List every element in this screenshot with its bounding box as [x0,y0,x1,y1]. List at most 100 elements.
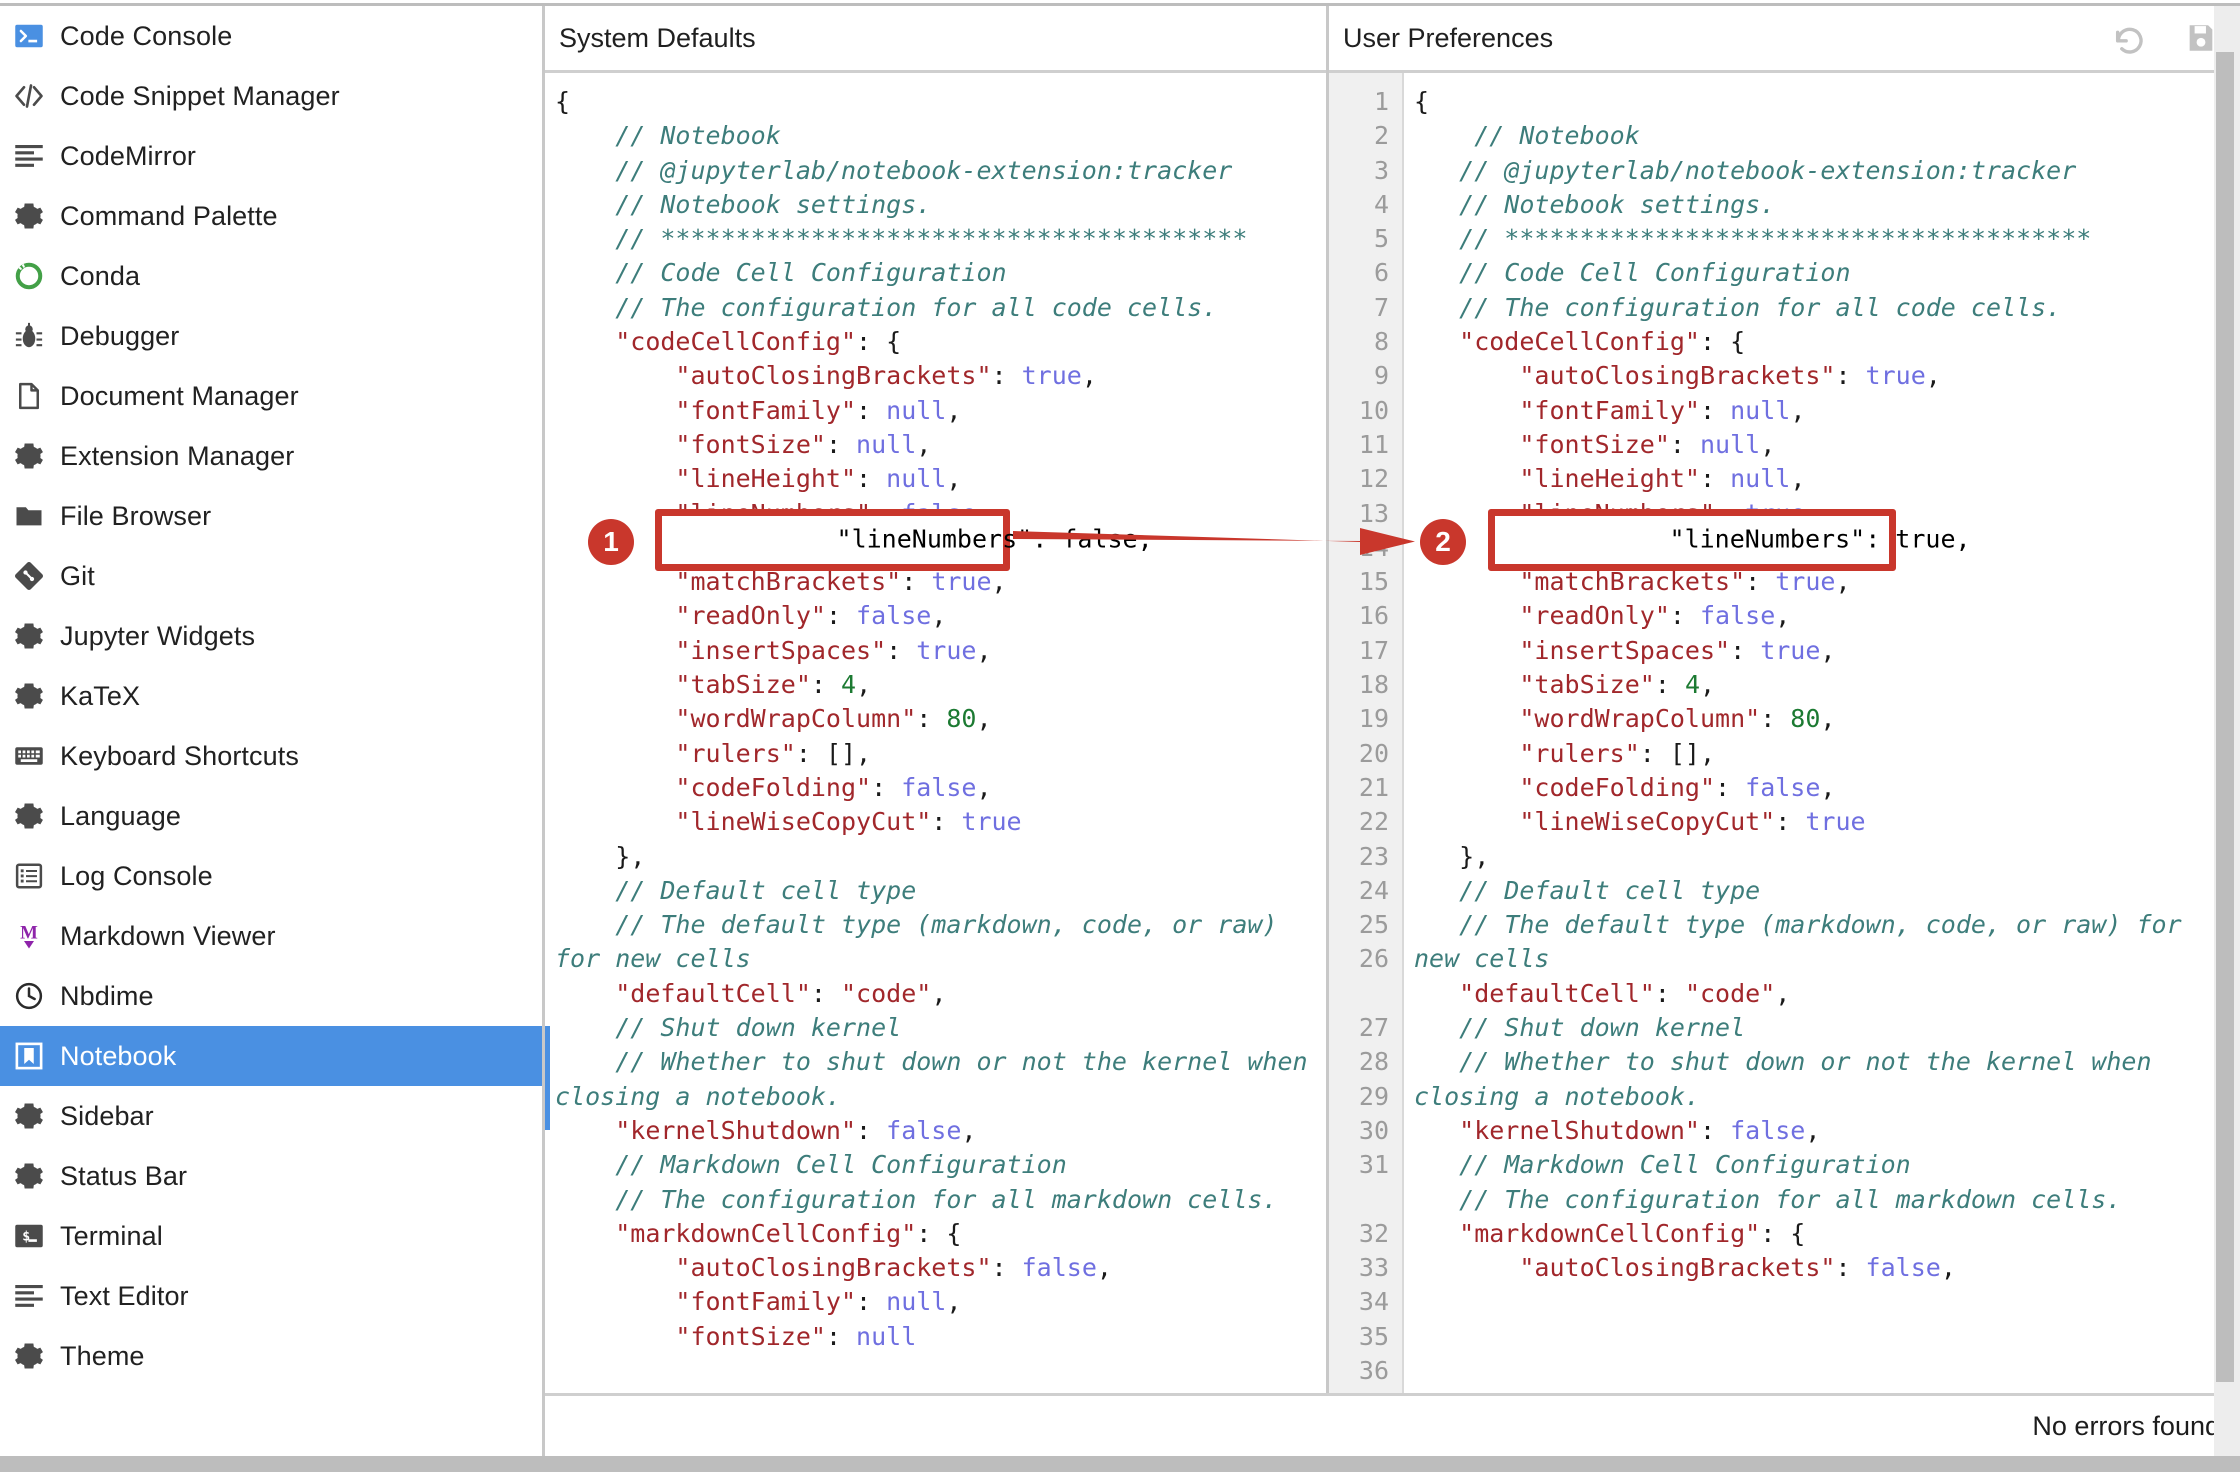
sidebar-item-command-palette[interactable]: Command Palette [0,186,542,246]
code-line: // Markdown Cell Configuration [555,1150,1067,1180]
code-line: "matchBrackets": true, [1414,567,1851,597]
sidebar-item-codemirror[interactable]: CodeMirror [0,126,542,186]
keyboard-icon [14,741,44,771]
code-line: "insertSpaces": true, [555,635,992,665]
save-icon[interactable] [2184,21,2218,55]
code-line: "rulers": [], [1414,738,1716,768]
user-preferences-code[interactable]: { // Notebook // @jupyterlab/notebook-ex… [1404,73,2240,1393]
sidebar-item-jupyter-widgets[interactable]: Jupyter Widgets [0,606,542,666]
code-line: "rulers": [], [555,738,872,768]
code-line: "lineWrap": "off", [1414,532,1791,562]
gear-icon [14,801,44,831]
code-line: // Markdown Cell Configuration [1414,1150,1911,1180]
sidebar-item-log-console[interactable]: Log Console [0,846,542,906]
code-line: "wordWrapColumn": 80, [1414,704,1836,734]
sidebar-item-notebook[interactable]: Notebook [0,1026,542,1086]
text-caret [545,1026,550,1130]
code-line: "readOnly": false, [1414,601,1791,631]
sidebar-item-code-snippet-manager[interactable]: Code Snippet Manager [0,66,542,126]
code-line: "codeFolding": false, [555,772,992,802]
sidebar-item-conda[interactable]: Conda [0,246,542,306]
log-list-icon [14,861,44,891]
sidebar-item-sidebar[interactable]: Sidebar [0,1086,542,1146]
window-bottom-divider [0,1456,2240,1472]
sidebar-item-markdown-viewer[interactable]: M Markdown Viewer [0,906,542,966]
line-number: 17 [1358,635,1389,665]
system-defaults-body[interactable]: { // Notebook // @jupyterlab/notebook-ex… [545,73,1326,1393]
sidebar-item-extension-manager[interactable]: Extension Manager [0,426,542,486]
line-number: 36 [1358,1355,1389,1385]
line-number: 11 [1358,429,1389,459]
sidebar-item-document-manager[interactable]: Document Manager [0,366,542,426]
line-number: 19 [1358,704,1389,734]
vertical-scrollbar[interactable] [2214,6,2240,1456]
line-number: 20 [1358,738,1389,768]
code-line: "lineNumbers": true, [1414,498,1821,528]
code-line: "fontFamily": null, [1414,395,1806,425]
sidebar-item-text-editor[interactable]: Text Editor [0,1266,542,1326]
line-number: 3 [1373,155,1389,185]
git-icon [14,561,44,591]
gear-icon [14,1341,44,1371]
sidebar-item-language[interactable]: Language [0,786,542,846]
editor-panels: System Defaults { // Notebook // @jupyte… [545,6,2240,1456]
code-line: { [555,87,571,116]
line-number: 29 [1358,1081,1389,1111]
markdown-m-icon: M [14,921,44,951]
sidebar-item-git[interactable]: Git [0,546,542,606]
sidebar-item-label: Status Bar [60,1160,188,1191]
code-line: "fontFamily": null, [555,395,962,425]
line-number: 15 [1358,567,1389,597]
sidebar-item-label: Git [60,560,95,591]
code-line: "tabSize": 4, [1414,670,1716,700]
undo-icon[interactable] [2112,21,2146,55]
line-number: 1 [1373,87,1389,116]
sidebar-item-label: Notebook [60,1040,177,1071]
line-number [1329,1183,1389,1217]
code-line: "matchBrackets": true, [555,567,1007,597]
code-line: // The configuration for all markdown ce… [1414,1184,2122,1214]
code-line: // Code Cell Configuration [555,258,1007,288]
sidebar-item-nbdime[interactable]: Nbdime [0,966,542,1026]
console-icon [14,21,44,51]
code-line: "readOnly": false, [555,601,947,631]
line-number: 35 [1358,1321,1389,1351]
code-line: // Whether to shut down or not the kerne… [555,1047,1323,1111]
sidebar-item-label: Log Console [60,860,213,891]
sidebar-item-code-console[interactable]: Code Console [0,6,542,66]
sidebar-item-terminal[interactable]: $ Terminal [0,1206,542,1266]
code-line: // @jupyterlab/notebook-extension:tracke… [1414,155,2077,185]
svg-text:$: $ [22,1229,30,1244]
user-preferences-body[interactable]: 1 2 3 4 5 6 7 8 9 10 11 12 13 14 15 16 17 18 19 20 21 22 23 24 2… [1329,73,2240,1393]
line-number: 12 [1358,464,1389,494]
sidebar-item-theme[interactable]: Theme [0,1326,542,1386]
sidebar-item-file-browser[interactable]: File Browser [0,486,542,546]
code-line: // The configuration for all code cells. [1414,292,2062,322]
system-defaults-code[interactable]: { // Notebook // @jupyterlab/notebook-ex… [545,73,1326,1393]
code-line: "fontSize": null [555,1321,917,1351]
code-line: "fontFamily": null, [555,1287,962,1317]
code-line: { [1414,87,1430,116]
gear-icon [14,1161,44,1191]
line-number: 22 [1358,807,1389,837]
sidebar-item-keyboard-shortcuts[interactable]: Keyboard Shortcuts [0,726,542,786]
code-line: // Default cell type [555,875,917,905]
code-line: "autoClosingBrackets": false, [1414,1253,1956,1283]
notebook-icon [14,1041,44,1071]
sidebar-item-katex[interactable]: KaTeX [0,666,542,726]
sidebar-item-status-bar[interactable]: Status Bar [0,1146,542,1206]
sidebar-item-label: Debugger [60,320,180,351]
code-line: "wordWrapColumn": 80, [555,704,992,734]
user-preferences-panel: User Preferences 1 2 3 4 5 6 7 8 9 10 11… [1329,6,2240,1393]
settings-plugin-sidebar[interactable]: Code Console Code Snippet Manager CodeMirr… [0,6,545,1456]
sidebar-item-label: Theme [60,1340,145,1371]
scrollbar-thumb[interactable] [2216,52,2234,1382]
sidebar-item-label: Terminal [60,1220,163,1251]
sidebar-item-debugger[interactable]: Debugger [0,306,542,366]
sidebar-item-label: Code Console [60,20,233,51]
line-number-gutter: 1 2 3 4 5 6 7 8 9 10 11 12 13 14 15 16 17 18 19 20 21 22 23 24 2… [1329,73,1404,1393]
code-line: "codeCellConfig": { [1414,327,1746,357]
sidebar-item-label: Language [60,800,181,831]
user-preferences-header: User Preferences [1329,6,2240,73]
terminal-icon: $ [14,1221,44,1251]
